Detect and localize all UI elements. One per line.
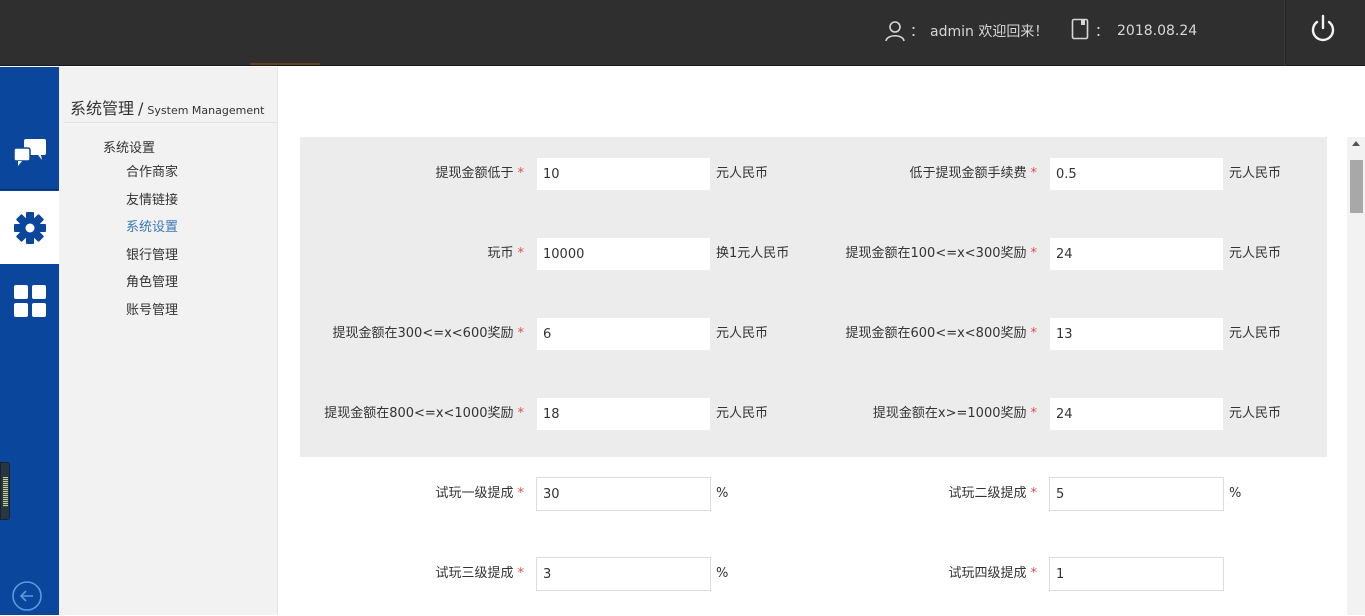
drag-handle[interactable] <box>0 462 10 520</box>
menu-item-bank-management[interactable]: 银行管理 <box>126 247 178 275</box>
section-title: 系统管理 / System Management <box>70 95 264 119</box>
menu-item-role-management[interactable]: 角色管理 <box>126 274 178 302</box>
field-label: 提现金额在x>=1000奖励* <box>873 397 1037 431</box>
menu-list: 合作商家 友情链接 系统设置 银行管理 角色管理 账号管理 <box>126 164 178 330</box>
secondary-sidebar: 系统管理 / System Management 系统设置 合作商家 友情链接 … <box>59 67 278 615</box>
fee-below-min-input[interactable] <box>1049 157 1224 191</box>
header-accent-line <box>250 63 320 65</box>
field-unit: 元人民币 <box>1229 237 1281 271</box>
field-label: 提现金额在600<=x<800奖励* <box>846 317 1038 351</box>
rail-item-apps[interactable] <box>0 264 59 337</box>
section-title-en: System Management <box>147 104 264 117</box>
date-text: 2018.08.24 <box>1117 23 1197 39</box>
arrow-left-circle-icon <box>11 580 43 612</box>
field-label: 试玩四级提成* <box>948 557 1037 591</box>
menu-item-account-management[interactable]: 账号管理 <box>126 302 178 330</box>
power-icon <box>1306 12 1340 46</box>
reward-300-600-input[interactable] <box>536 317 711 351</box>
user-greeting-text: admin 欢迎回来！ <box>930 21 1048 41</box>
icon-rail <box>0 67 59 615</box>
divider <box>64 122 278 123</box>
document-icon <box>1071 18 1089 44</box>
logout-button[interactable] <box>1306 12 1340 46</box>
rail-item-settings[interactable] <box>0 191 59 264</box>
scrollbar-thumb[interactable] <box>1350 160 1363 213</box>
field-unit: 元人民币 <box>716 157 768 191</box>
grid-icon <box>13 284 47 318</box>
chat-bubbles-icon <box>12 137 48 169</box>
menu-item-system-settings[interactable]: 系统设置 <box>126 219 178 247</box>
reward-600-800-input[interactable] <box>1049 317 1224 351</box>
field-label: 提现金额在100<=x<300奖励* <box>846 237 1038 271</box>
date-display: ： 2018.08.24 <box>1071 19 1197 43</box>
field-unit: 元人民币 <box>716 397 768 431</box>
field-unit: 元人民币 <box>1229 157 1281 191</box>
field-unit: % <box>1229 477 1241 511</box>
trial-level4-commission-input[interactable] <box>1049 557 1224 591</box>
gear-icon <box>13 211 47 245</box>
collapse-button[interactable] <box>11 580 43 612</box>
reward-100-300-input[interactable] <box>1049 237 1224 271</box>
user-separator: ： <box>910 21 924 41</box>
field-unit: 换1元人民币 <box>716 237 789 271</box>
withdraw-min-input[interactable] <box>536 157 711 191</box>
user-greeting: ： admin 欢迎回来！ <box>884 19 1048 43</box>
field-unit: 元人民币 <box>1229 317 1281 351</box>
field-label: 提现金额在300<=x<600奖励* <box>333 317 525 351</box>
header-divider <box>1284 0 1286 66</box>
reward-800-1000-input[interactable] <box>536 397 711 431</box>
field-label: 试玩三级提成* <box>435 557 524 591</box>
user-icon <box>884 20 906 42</box>
menu-item-friend-links[interactable]: 友情链接 <box>126 192 178 220</box>
field-label: 低于提现金额手续费* <box>909 157 1037 191</box>
top-header: ： admin 欢迎回来！ ： 2018.08.24 <box>0 0 1365 66</box>
section-title-zh: 系统管理 <box>70 95 134 119</box>
field-unit: % <box>716 557 728 591</box>
field-label: 提现金额低于* <box>435 157 524 191</box>
date-separator: ： <box>1095 21 1109 41</box>
trial-level3-commission-input[interactable] <box>536 557 711 591</box>
section-title-separator: / <box>138 99 143 118</box>
field-label: 试玩二级提成* <box>948 477 1037 511</box>
scroll-up-arrow[interactable] <box>1352 141 1360 146</box>
field-label: 试玩一级提成* <box>435 477 524 511</box>
field-label: 提现金额在800<=x<1000奖励* <box>324 397 524 431</box>
field-label: 玩币* <box>487 237 524 271</box>
field-unit: % <box>716 477 728 511</box>
rail-item-messages[interactable] <box>0 117 59 190</box>
menu-group-system-settings[interactable]: 系统设置 <box>103 137 155 156</box>
trial-level2-commission-input[interactable] <box>1049 477 1224 511</box>
coin-rate-input[interactable] <box>536 237 711 271</box>
menu-item-partners[interactable]: 合作商家 <box>126 164 178 192</box>
main-content: 提现金额低于* 元人民币 低于提现金额手续费* 元人民币 玩币* 换1元人民币 … <box>279 67 1365 615</box>
field-unit: 元人民币 <box>716 317 768 351</box>
field-unit: 元人民币 <box>1229 397 1281 431</box>
trial-level1-commission-input[interactable] <box>536 477 711 511</box>
reward-over-1000-input[interactable] <box>1049 397 1224 431</box>
